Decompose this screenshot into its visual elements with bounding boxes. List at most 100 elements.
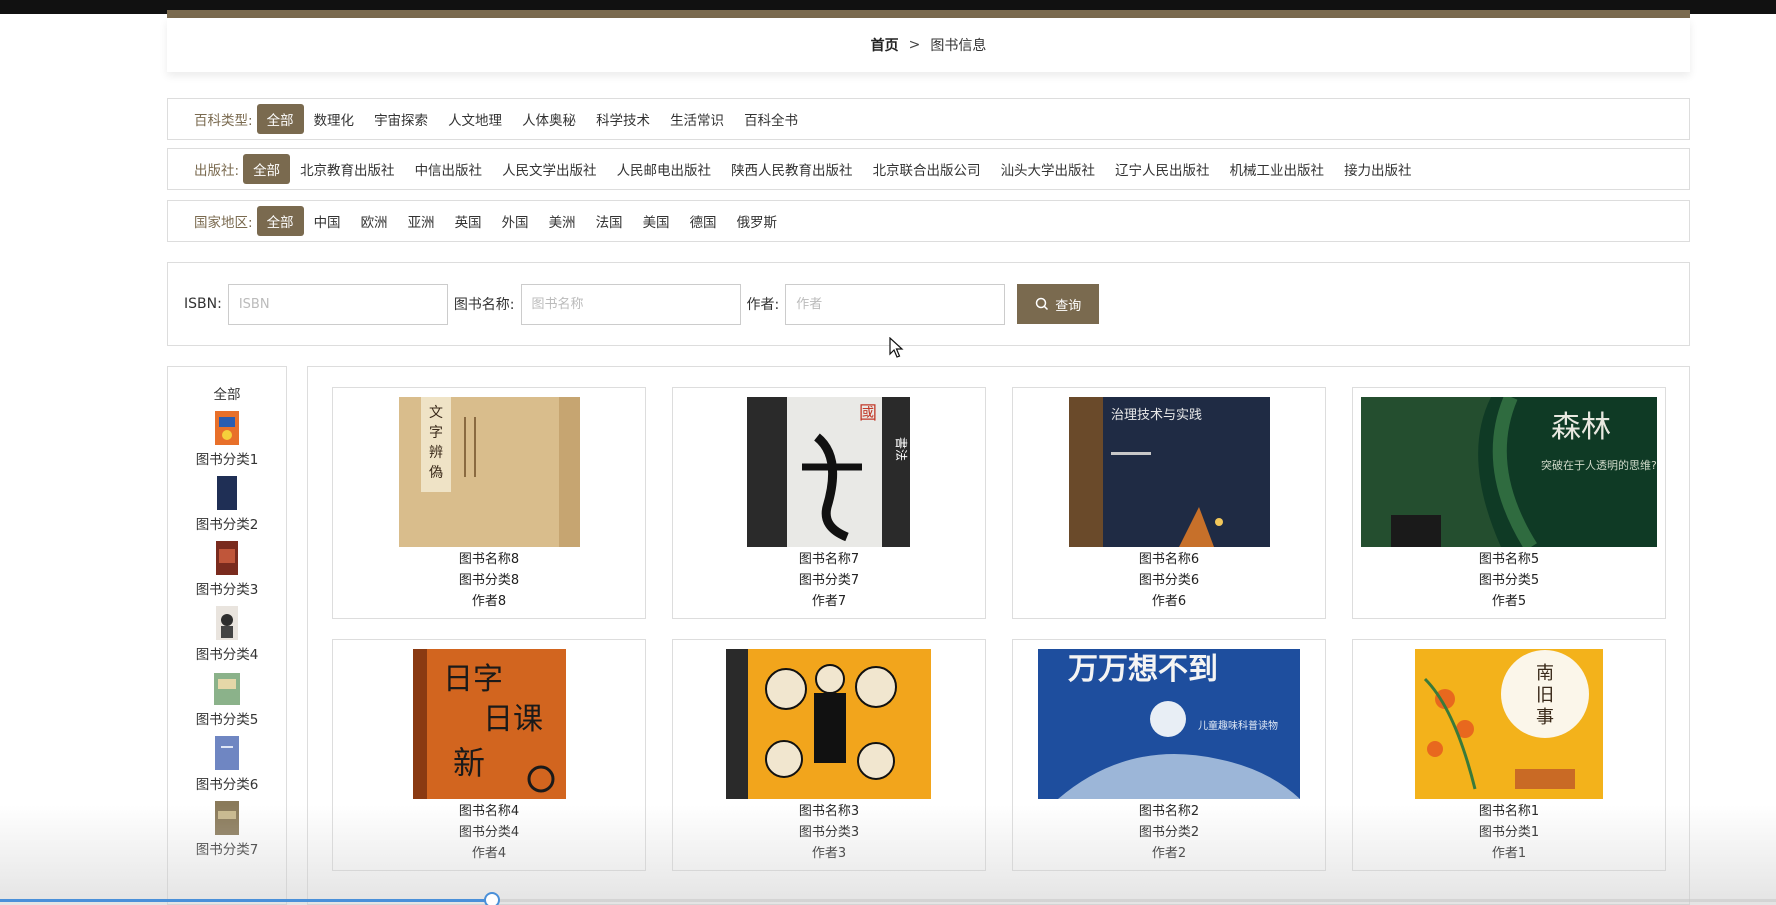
filter-label: 出版社: (194, 163, 240, 179)
book-card[interactable]: 万万想不到 儿童趣味科普读物 图书名称2 图书分类2 作者2 (1012, 639, 1326, 871)
filter-option[interactable]: 数理化 (304, 104, 365, 134)
book-grid: 文 字 辨 偽 图书名称8 图书分类8 作者8 國 書法 图书名称7 图书分类7… (307, 366, 1690, 905)
breadcrumb-home-link[interactable]: 首页 (871, 35, 899, 55)
video-progress-handle[interactable] (483, 892, 500, 905)
book-card[interactable]: 治理技术与实践 图书名称6 图书分类6 作者6 (1012, 387, 1326, 619)
filter-option[interactable]: 欧洲 (351, 206, 398, 236)
filter-option[interactable]: 法国 (586, 206, 633, 236)
book-cover-image: 万万想不到 儿童趣味科普读物 (1038, 649, 1300, 799)
isbn-input[interactable] (227, 283, 448, 325)
book-name: 图书名称8 (458, 552, 520, 567)
filter-option[interactable]: 人文地理 (438, 104, 512, 134)
svg-text:書法: 書法 (894, 437, 908, 461)
author-label: 作者: (746, 297, 780, 313)
filter-option[interactable]: 百科全书 (734, 104, 808, 134)
category-item-all[interactable]: 全部 (168, 383, 286, 403)
filter-row-publisher: 出版社: 全部 北京教育出版社 中信出版社 人民文学出版社 人民邮电出版社 陕西… (167, 148, 1690, 190)
book-author: 作者5 (1491, 594, 1527, 609)
banner-strip (167, 10, 1690, 18)
book-card[interactable]: 日字 日课 新 图书名称4 图书分类4 作者4 (332, 639, 646, 871)
filter-option[interactable]: 外国 (492, 206, 539, 236)
filter-option[interactable]: 辽宁人民出版社 (1105, 154, 1220, 184)
filter-option[interactable]: 全部 (256, 104, 304, 134)
book-cover-image: 文 字 辨 偽 (399, 397, 580, 547)
book-card[interactable]: 文 字 辨 偽 图书名称8 图书分类8 作者8 (332, 387, 646, 619)
svg-text:國: 國 (859, 403, 877, 424)
svg-text:日课: 日课 (483, 702, 543, 737)
category-item[interactable]: 图书分类7 (168, 801, 286, 858)
svg-text:旧: 旧 (1536, 685, 1554, 706)
filter-option[interactable]: 人民邮电出版社 (607, 154, 722, 184)
filter-option[interactable]: 接力出版社 (1334, 154, 1422, 184)
book-cover-image: 森林 突破在于人透明的思维? (1361, 397, 1657, 547)
category-thumbnail-icon (215, 736, 239, 770)
book-card[interactable]: 國 書法 图书名称7 图书分类7 作者7 (672, 387, 986, 619)
video-progress-fill (0, 899, 492, 902)
book-card[interactable]: 森林 突破在于人透明的思维? 图书名称5 图书分类5 作者5 (1352, 387, 1666, 619)
filter-option[interactable]: 全部 (243, 154, 291, 184)
book-category: 图书分类4 (458, 825, 520, 840)
filter-option[interactable]: 中国 (304, 206, 351, 236)
svg-text:儿童趣味科普读物: 儿童趣味科普读物 (1198, 719, 1278, 732)
svg-text:偽: 偽 (429, 465, 443, 481)
book-card[interactable]: 图书名称3 图书分类3 作者3 (672, 639, 986, 871)
search-form: ISBN: 图书名称: 作者: 查询 (167, 262, 1690, 346)
svg-text:日字: 日字 (443, 662, 503, 697)
filter-option[interactable]: 陕西人民教育出版社 (721, 154, 863, 184)
book-category: 图书分类6 (1138, 573, 1200, 588)
category-thumbnail-icon (215, 801, 239, 835)
category-item[interactable]: 图书分类2 (168, 476, 286, 533)
filter-option[interactable]: 俄罗斯 (727, 206, 788, 236)
category-thumbnail-icon (214, 673, 240, 705)
search-button[interactable]: 查询 (1017, 284, 1100, 324)
filter-option[interactable]: 德国 (680, 206, 727, 236)
book-name-label: 图书名称: (453, 297, 515, 313)
book-name: 图书名称5 (1478, 552, 1540, 567)
filter-option[interactable]: 汕头大学出版社 (991, 154, 1106, 184)
category-label: 图书分类6 (195, 777, 259, 793)
book-cover-image (726, 649, 931, 799)
book-author: 作者3 (811, 846, 847, 861)
book-name: 图书名称2 (1138, 804, 1200, 819)
filter-label: 国家地区: (194, 215, 253, 231)
book-category: 图书分类7 (798, 573, 860, 588)
category-item[interactable]: 图书分类3 (168, 541, 286, 598)
filter-option[interactable]: 全部 (256, 206, 304, 236)
filter-label: 百科类型: (194, 113, 253, 129)
filter-option[interactable]: 英国 (445, 206, 492, 236)
svg-text:南: 南 (1536, 663, 1554, 684)
svg-text:字: 字 (429, 425, 443, 441)
filter-option[interactable]: 人民文学出版社 (492, 154, 607, 184)
filter-option[interactable]: 人体奥秘 (512, 104, 586, 134)
filter-row-category: 百科类型: 全部 数理化 宇宙探索 人文地理 人体奥秘 科学技术 生活常识 百科… (167, 98, 1690, 140)
video-progress-bar[interactable] (0, 892, 1776, 905)
filter-option[interactable]: 美洲 (539, 206, 586, 236)
filter-option[interactable]: 北京联合出版公司 (863, 154, 991, 184)
filter-option[interactable]: 美国 (633, 206, 680, 236)
book-author: 作者7 (811, 594, 847, 609)
book-card[interactable]: 南 旧 事 图书名称1 图书分类1 作者1 (1352, 639, 1666, 871)
filter-option[interactable]: 北京教育出版社 (290, 154, 405, 184)
svg-text:新: 新 (453, 744, 485, 782)
category-label: 图书分类3 (195, 582, 259, 598)
filter-row-region: 国家地区: 全部 中国 欧洲 亚洲 英国 外国 美洲 法国 美国 德国 俄罗斯 (167, 200, 1690, 242)
book-author: 作者1 (1491, 846, 1527, 861)
book-name-input[interactable] (520, 283, 741, 325)
category-item[interactable]: 图书分类5 (168, 671, 286, 728)
category-item[interactable]: 图书分类6 (168, 736, 286, 793)
filter-option[interactable]: 机械工业出版社 (1220, 154, 1335, 184)
book-author: 作者8 (471, 594, 507, 609)
svg-text:文: 文 (429, 405, 443, 421)
category-label: 图书分类7 (195, 842, 259, 858)
author-input[interactable] (785, 283, 1006, 325)
filter-option[interactable]: 中信出版社 (405, 154, 493, 184)
filter-option[interactable]: 科学技术 (586, 104, 660, 134)
filter-option[interactable]: 生活常识 (660, 104, 734, 134)
svg-text:突破在于人透明的思维?: 突破在于人透明的思维? (1541, 458, 1657, 472)
category-item[interactable]: 图书分类1 (168, 411, 286, 468)
category-item[interactable]: 图书分类4 (168, 606, 286, 663)
filter-option[interactable]: 宇宙探索 (364, 104, 438, 134)
filter-option[interactable]: 亚洲 (398, 206, 445, 236)
book-author: 作者4 (471, 846, 507, 861)
category-thumbnail-icon (216, 541, 238, 575)
